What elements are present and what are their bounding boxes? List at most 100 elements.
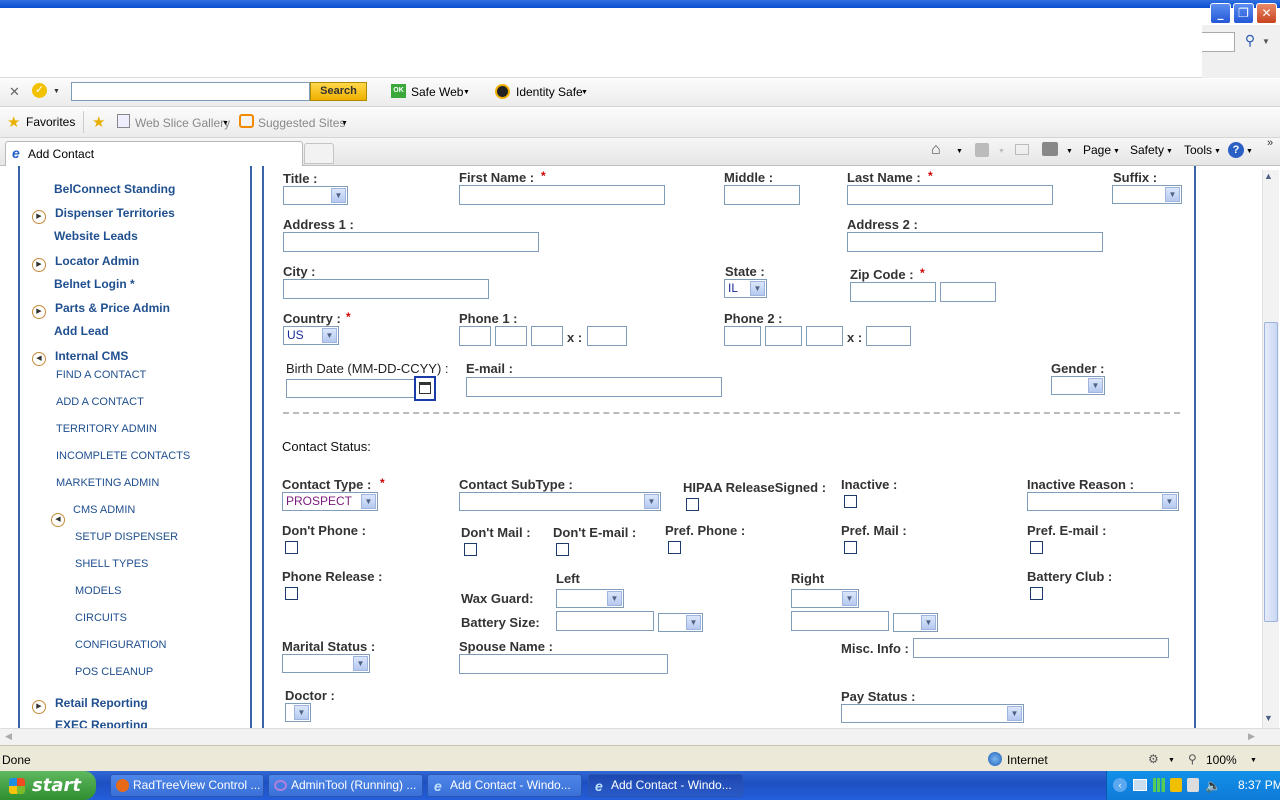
more-commands-icon[interactable]: » (1267, 137, 1273, 149)
collapse-icon[interactable]: ◀ (32, 352, 46, 366)
mail-icon[interactable] (1015, 144, 1029, 155)
pref-phone-checkbox[interactable] (668, 541, 681, 554)
sidebar-item-locator-admin[interactable]: Locator Admin (55, 254, 139, 268)
safe-web-button[interactable]: Safe Web (411, 85, 463, 99)
pref-email-checkbox[interactable] (1030, 541, 1043, 554)
marital-status-select[interactable]: ▼ (282, 654, 370, 673)
horizontal-scrollbar[interactable] (0, 728, 1280, 745)
calendar-icon[interactable] (414, 376, 436, 401)
chevron-down-icon[interactable]: ▼ (1250, 757, 1257, 764)
phone-release-checkbox[interactable] (285, 587, 298, 600)
sidebar-item-belconnect[interactable]: BelConnect Standing (54, 182, 175, 196)
scroll-right-icon[interactable]: ▶ (1248, 731, 1255, 742)
taskbar-item-add-contact-2[interactable]: e Add Contact - Windo... (588, 774, 743, 797)
expand-icon[interactable]: ▶ (32, 305, 46, 319)
sidebar-item-find-contact[interactable]: FIND A CONTACT (56, 369, 146, 381)
favorites-button[interactable]: Favorites (26, 115, 75, 129)
web-slice-gallery-link[interactable]: Web Slice Gallery (135, 116, 230, 130)
sidebar-item-add-contact[interactable]: ADD A CONTACT (56, 396, 144, 408)
misc-info-input[interactable] (913, 638, 1169, 658)
inactive-checkbox[interactable] (844, 495, 857, 508)
phone2-ext-input[interactable] (866, 326, 911, 346)
phone1-ext-input[interactable] (587, 326, 627, 346)
sidebar-item-circuits[interactable]: CIRCUITS (75, 612, 127, 624)
add-favorite-icon[interactable]: ★ (92, 113, 105, 131)
battery-size-right-select[interactable]: ▼ (893, 613, 938, 632)
phone1-line-input[interactable] (531, 326, 563, 346)
zip-ext-input[interactable] (940, 282, 996, 302)
scroll-down-icon[interactable]: ▼ (1264, 713, 1273, 723)
tools-menu[interactable]: Tools (1184, 143, 1212, 157)
sidebar-item-incomplete-contacts[interactable]: INCOMPLETE CONTACTS (56, 450, 190, 462)
norton-tray-icon[interactable] (1170, 778, 1182, 792)
search-go-icon[interactable]: ⚲ (1240, 32, 1260, 52)
taskbar-item-radtreeview[interactable]: RadTreeView Control ... (110, 774, 264, 797)
country-select[interactable]: US ▼ (283, 326, 339, 345)
sidebar-item-pos-cleanup[interactable]: POS CLEANUP (75, 666, 153, 678)
sidebar-item-models[interactable]: MODELS (75, 585, 121, 597)
sidebar-item-cms-admin[interactable]: CMS ADMIN (73, 504, 135, 516)
email-input[interactable] (466, 377, 722, 397)
sidebar-item-add-lead[interactable]: Add Lead (54, 324, 109, 338)
clock[interactable]: 8:37 PM (1238, 778, 1280, 792)
doctor-select[interactable]: ▼ (285, 703, 311, 722)
state-select[interactable]: IL ▼ (724, 279, 767, 298)
sidebar-item-exec-reporting[interactable]: EXEC Reporting (55, 718, 148, 728)
battery-size-left-input[interactable] (556, 611, 654, 631)
birth-date-input[interactable] (286, 379, 418, 398)
new-tab-button[interactable] (304, 143, 334, 164)
sidebar-item-configuration[interactable]: CONFIGURATION (75, 639, 166, 651)
scroll-up-icon[interactable]: ▲ (1264, 171, 1273, 181)
chevron-down-icon[interactable]: ▼ (1168, 757, 1175, 764)
battery-club-checkbox[interactable] (1030, 587, 1043, 600)
identity-safe-button[interactable]: Identity Safe (516, 85, 583, 99)
phone1-area-input[interactable] (459, 326, 491, 346)
safety-menu[interactable]: Safety (1130, 143, 1164, 157)
wax-guard-right-select[interactable]: ▼ (791, 589, 859, 608)
chevron-down-icon[interactable]: ▼ (998, 148, 1005, 155)
battery-size-right-input[interactable] (791, 611, 889, 631)
inactive-reason-select[interactable]: ▼ (1027, 492, 1179, 511)
sidebar-item-dispenser-territories[interactable]: Dispenser Territories (55, 206, 175, 220)
signal-icon[interactable] (1153, 778, 1165, 792)
expand-icon[interactable]: ▶ (32, 700, 46, 714)
norton-check-icon[interactable]: ✓ (32, 83, 47, 98)
city-input[interactable] (283, 279, 489, 299)
network-icon[interactable] (1133, 779, 1147, 791)
first-name-input[interactable] (459, 185, 665, 205)
feeds-icon[interactable] (975, 143, 989, 157)
hipaa-checkbox[interactable] (686, 498, 699, 511)
phone2-area-input[interactable] (724, 326, 761, 346)
wax-guard-left-select[interactable]: ▼ (556, 589, 624, 608)
chevron-down-icon[interactable]: ▼ (956, 148, 963, 155)
battery-size-left-select[interactable]: ▼ (658, 613, 703, 632)
start-button[interactable]: start (0, 771, 96, 800)
sidebar-item-parts-price-admin[interactable]: Parts & Price Admin (55, 301, 170, 315)
dont-mail-checkbox[interactable] (464, 543, 477, 556)
sidebar-item-retail-reporting[interactable]: Retail Reporting (55, 696, 148, 710)
chevron-down-icon[interactable]: ▼ (1246, 148, 1253, 155)
expand-icon[interactable]: ▶ (32, 210, 46, 224)
dont-phone-checkbox[interactable] (285, 541, 298, 554)
sidebar-item-internal-cms[interactable]: Internal CMS (55, 349, 128, 363)
close-toolbar-icon[interactable]: ✕ (9, 84, 20, 100)
sidebar-item-shell-types[interactable]: SHELL TYPES (75, 558, 148, 570)
chevron-down-icon[interactable]: ▼ (1066, 148, 1073, 155)
sidebar-item-belnet-login[interactable]: Belnet Login * (54, 277, 135, 291)
protected-mode-icon[interactable]: ⚙ (1148, 752, 1159, 766)
dont-email-checkbox[interactable] (556, 543, 569, 556)
print-icon[interactable] (1042, 142, 1058, 156)
phone1-prefix-input[interactable] (495, 326, 527, 346)
sidebar-item-territory-admin[interactable]: TERRITORY ADMIN (56, 423, 157, 435)
taskbar-item-admintool[interactable]: AdminTool (Running) ... (268, 774, 423, 797)
title-select[interactable]: ▼ (283, 186, 348, 205)
sidebar-item-website-leads[interactable]: Website Leads (54, 229, 138, 243)
home-icon[interactable]: ⌂ (931, 141, 941, 159)
spouse-name-input[interactable] (459, 654, 668, 674)
restore-button[interactable]: ❐ (1233, 3, 1254, 24)
chevron-down-icon[interactable]: ▼ (1262, 37, 1270, 46)
chevron-down-icon[interactable]: ▼ (341, 120, 348, 127)
chevron-down-icon[interactable]: ▼ (53, 88, 60, 95)
address2-input[interactable] (847, 232, 1103, 252)
security-tray-icon[interactable] (1187, 778, 1199, 792)
